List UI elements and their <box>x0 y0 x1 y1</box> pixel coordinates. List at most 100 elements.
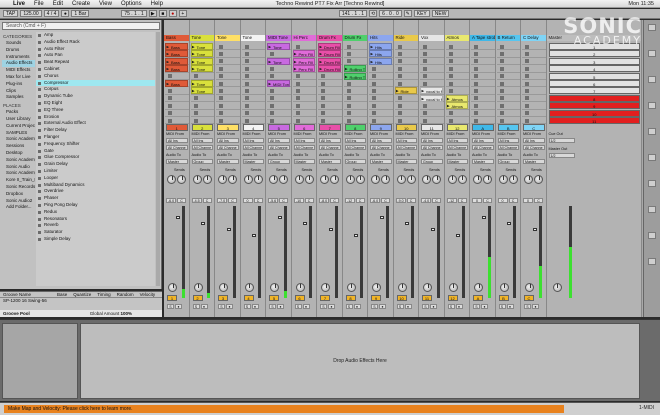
loop-length-field[interactable]: 6 . 0 . 0 <box>379 10 402 17</box>
stop-clip-icon[interactable] <box>499 96 504 101</box>
category-item[interactable]: Samples <box>2 94 35 101</box>
browser-item[interactable]: Glue Compressor <box>36 154 155 161</box>
clip[interactable]: Drum Fill 2 <box>318 50 341 58</box>
track-title[interactable]: C Delay <box>521 35 546 41</box>
track-activator[interactable]: 3 <box>217 124 239 131</box>
volume-fader[interactable] <box>226 228 231 231</box>
stop-clip-icon[interactable] <box>448 66 453 71</box>
stop-clip-icon[interactable] <box>295 81 300 86</box>
output-select[interactable]: Group <box>344 159 366 164</box>
clip[interactable]: Drum Fill 3 <box>318 57 341 65</box>
arm-button[interactable]: ● <box>251 304 259 309</box>
global-amount-value[interactable]: 100% <box>120 311 132 316</box>
stop-clip-icon[interactable] <box>244 111 249 116</box>
pan-field[interactable]: C <box>483 198 492 203</box>
arm-button[interactable]: ● <box>430 304 437 309</box>
master-title[interactable]: Master <box>546 35 641 41</box>
scene-launch-button[interactable]: 1 <box>548 43 640 50</box>
stop-clip-icon[interactable] <box>397 74 402 79</box>
track-title[interactable]: Hits <box>368 35 393 41</box>
stop-clip-icon[interactable] <box>474 66 478 71</box>
scene-launch-button[interactable]: 6 <box>548 80 640 87</box>
stop-clip-icon[interactable] <box>321 118 325 123</box>
stop-clip-icon[interactable] <box>219 66 223 71</box>
solo-button[interactable]: S <box>524 304 531 309</box>
send-a-knob[interactable] <box>192 175 202 184</box>
volume-fader[interactable] <box>532 228 537 231</box>
send-a-knob[interactable] <box>447 175 457 184</box>
device-drop-area[interactable]: Drop Audio Effects Here <box>80 323 640 399</box>
clip-slot[interactable] <box>496 43 520 51</box>
clip-slot[interactable] <box>394 73 418 80</box>
clip[interactable]: vocal to face strings <box>420 87 443 95</box>
clip-slot[interactable] <box>318 95 342 103</box>
stop-clip-icon[interactable] <box>219 103 223 108</box>
clip-slot[interactable] <box>216 50 240 58</box>
stop-clip-icon[interactable] <box>474 103 478 108</box>
browser-item[interactable]: Redux <box>36 209 155 216</box>
pan-knob[interactable] <box>219 283 228 292</box>
volume-fader[interactable] <box>328 228 333 231</box>
browser-item[interactable]: Phaser <box>36 195 155 202</box>
volume-fader[interactable] <box>277 216 282 219</box>
clip-slot[interactable] <box>471 43 495 51</box>
clip-slot[interactable] <box>241 110 265 117</box>
input-type-select[interactable]: All Ins <box>166 138 188 143</box>
pan-knob[interactable] <box>474 283 483 292</box>
stop-clip-icon[interactable] <box>499 74 504 79</box>
clip-slot[interactable] <box>318 102 342 110</box>
clip[interactable]: vocal to face strings <box>420 94 443 102</box>
volume-fader[interactable] <box>175 216 180 219</box>
browser-item[interactable]: Audio Effect Rack <box>36 39 155 46</box>
view-toggle-button[interactable] <box>648 154 656 161</box>
stop-clip-icon[interactable] <box>474 88 478 93</box>
send-a-knob[interactable] <box>473 175 482 184</box>
clip-slot[interactable] <box>471 58 495 66</box>
pan-field[interactable]: C <box>253 198 263 203</box>
pan-knob[interactable] <box>372 283 381 292</box>
arm-button[interactable]: ● <box>353 304 361 309</box>
output-select[interactable]: Group <box>268 159 290 164</box>
clip[interactable]: Tone <box>267 43 290 50</box>
clip-slot[interactable] <box>241 65 265 73</box>
track-title[interactable]: Tone <box>215 35 240 41</box>
clip-slot[interactable] <box>471 80 495 88</box>
solo-button[interactable]: S <box>294 304 302 309</box>
input-type-select[interactable]: All Ins <box>268 138 290 143</box>
stop-clip-icon[interactable] <box>321 96 325 101</box>
clip-slot[interactable] <box>471 50 495 58</box>
clip-slot[interactable] <box>420 80 444 88</box>
send-b-knob[interactable] <box>483 175 492 184</box>
clip-slot[interactable] <box>420 50 444 58</box>
pan-knob[interactable] <box>346 283 356 292</box>
new-button[interactable]: NEW <box>431 10 450 17</box>
clip-slot[interactable] <box>496 110 520 117</box>
track-number-button[interactable]: 11 <box>422 295 432 301</box>
clip-slot[interactable] <box>292 73 316 80</box>
pan-knob[interactable] <box>168 283 177 292</box>
track-title[interactable]: Drum Fx <box>317 35 342 41</box>
stop-clip-icon[interactable] <box>372 88 376 93</box>
track-title[interactable]: Ride <box>393 35 418 41</box>
stop-clip-icon[interactable] <box>219 88 223 93</box>
clip-slot[interactable] <box>267 65 291 73</box>
clip-slot[interactable] <box>496 50 520 58</box>
stop-clip-icon[interactable] <box>270 118 274 123</box>
place-item[interactable]: Sessions <box>2 143 35 150</box>
stop-clip-icon[interactable] <box>423 81 427 86</box>
clip-slot[interactable] <box>292 102 316 110</box>
clip-slot[interactable] <box>267 110 291 117</box>
stop-clip-icon[interactable] <box>244 81 249 86</box>
input-type-select[interactable]: All Ins <box>395 138 417 143</box>
clip-slot[interactable] <box>318 73 342 80</box>
category-item[interactable]: Drums <box>2 47 35 54</box>
browser-item[interactable]: Beat Repeat <box>36 59 155 66</box>
browser-scrollbar[interactable] <box>156 32 160 286</box>
clip-slot[interactable] <box>190 110 214 117</box>
pan-knob[interactable] <box>295 283 305 292</box>
stop-clip-icon[interactable] <box>168 96 172 101</box>
place-item[interactable]: User Library <box>2 116 35 123</box>
send-b-knob[interactable] <box>177 175 186 184</box>
solo-button[interactable]: S <box>498 304 506 309</box>
clip-slot[interactable] <box>241 58 265 66</box>
